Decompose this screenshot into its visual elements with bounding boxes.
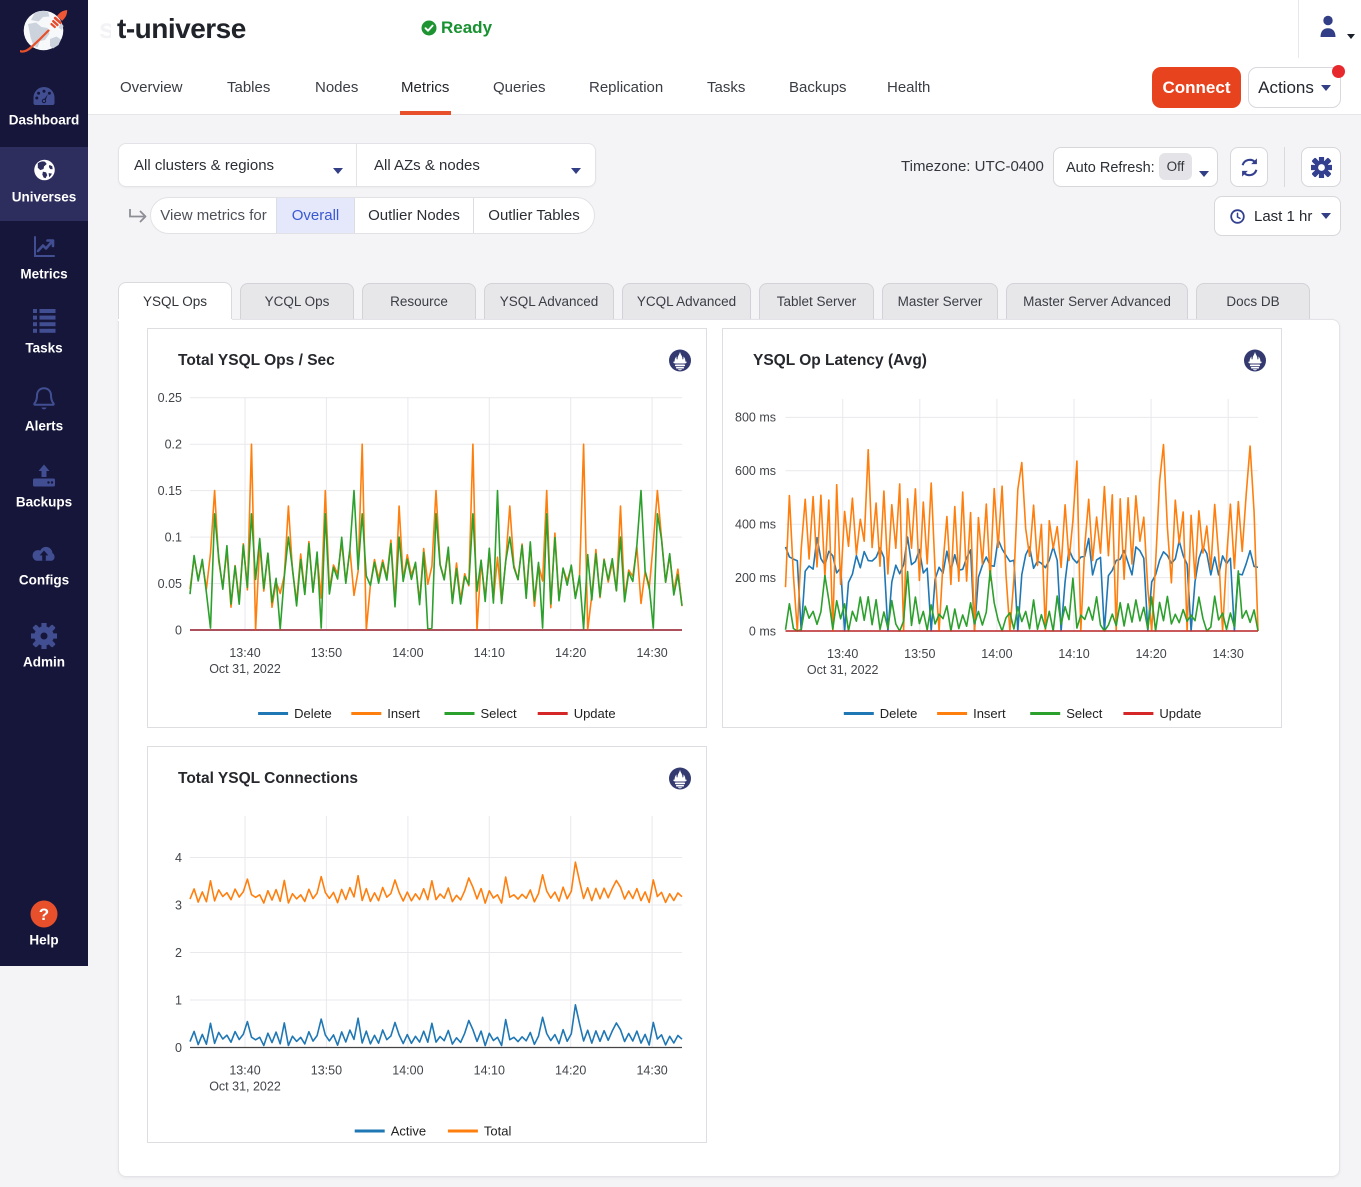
- svg-text:13:50: 13:50: [904, 647, 935, 661]
- svg-text:Total: Total: [484, 1124, 512, 1139]
- svg-text:0: 0: [175, 1041, 182, 1055]
- svg-text:200 ms: 200 ms: [735, 571, 776, 585]
- svg-text:14:20: 14:20: [1135, 647, 1166, 661]
- svg-text:600 ms: 600 ms: [735, 464, 776, 478]
- svg-text:13:40: 13:40: [229, 646, 260, 660]
- svg-text:13:50: 13:50: [311, 646, 342, 660]
- svg-text:0.15: 0.15: [158, 484, 182, 498]
- svg-text:800 ms: 800 ms: [735, 411, 776, 425]
- svg-text:0.2: 0.2: [165, 438, 182, 452]
- svg-text:1: 1: [175, 993, 182, 1007]
- svg-text:4: 4: [175, 851, 182, 865]
- svg-text:14:20: 14:20: [555, 1064, 586, 1078]
- svg-text:Update: Update: [1159, 706, 1201, 721]
- svg-text:Select: Select: [1066, 706, 1103, 721]
- svg-text:Active: Active: [391, 1124, 426, 1139]
- svg-text:0.1: 0.1: [165, 530, 182, 544]
- svg-text:?: ?: [39, 905, 49, 924]
- svg-text:Total YSQL Ops / Sec: Total YSQL Ops / Sec: [178, 352, 335, 369]
- svg-text:Oct 31, 2022: Oct 31, 2022: [209, 662, 281, 676]
- svg-text:Total YSQL Connections: Total YSQL Connections: [178, 770, 358, 787]
- svg-text:14:20: 14:20: [555, 646, 586, 660]
- svg-text:14:00: 14:00: [981, 647, 1012, 661]
- svg-text:0.05: 0.05: [158, 577, 182, 591]
- svg-text:13:40: 13:40: [229, 1064, 260, 1078]
- svg-text:13:50: 13:50: [311, 1064, 342, 1078]
- svg-text:2: 2: [175, 946, 182, 960]
- svg-text:Insert: Insert: [387, 706, 420, 721]
- svg-text:14:00: 14:00: [392, 646, 423, 660]
- svg-text:Oct 31, 2022: Oct 31, 2022: [209, 1080, 281, 1094]
- svg-text:Update: Update: [574, 706, 616, 721]
- svg-text:3: 3: [175, 898, 182, 912]
- svg-text:14:00: 14:00: [392, 1064, 423, 1078]
- svg-text:Select: Select: [481, 706, 518, 721]
- svg-text:YSQL Op Latency (Avg): YSQL Op Latency (Avg): [753, 352, 927, 369]
- svg-text:0.25: 0.25: [158, 391, 182, 405]
- svg-text:Delete: Delete: [294, 706, 332, 721]
- svg-text:13:40: 13:40: [827, 647, 858, 661]
- svg-text:14:10: 14:10: [474, 1064, 505, 1078]
- svg-text:Insert: Insert: [973, 706, 1006, 721]
- svg-text:14:10: 14:10: [1058, 647, 1089, 661]
- svg-text:Oct 31, 2022: Oct 31, 2022: [807, 663, 879, 677]
- svg-text:14:30: 14:30: [636, 1064, 667, 1078]
- svg-text:0: 0: [175, 623, 182, 637]
- svg-text:14:30: 14:30: [636, 646, 667, 660]
- svg-text:Delete: Delete: [880, 706, 918, 721]
- svg-text:0 ms: 0 ms: [749, 624, 776, 638]
- svg-text:14:30: 14:30: [1213, 647, 1244, 661]
- svg-text:400 ms: 400 ms: [735, 518, 776, 532]
- svg-text:14:10: 14:10: [474, 646, 505, 660]
